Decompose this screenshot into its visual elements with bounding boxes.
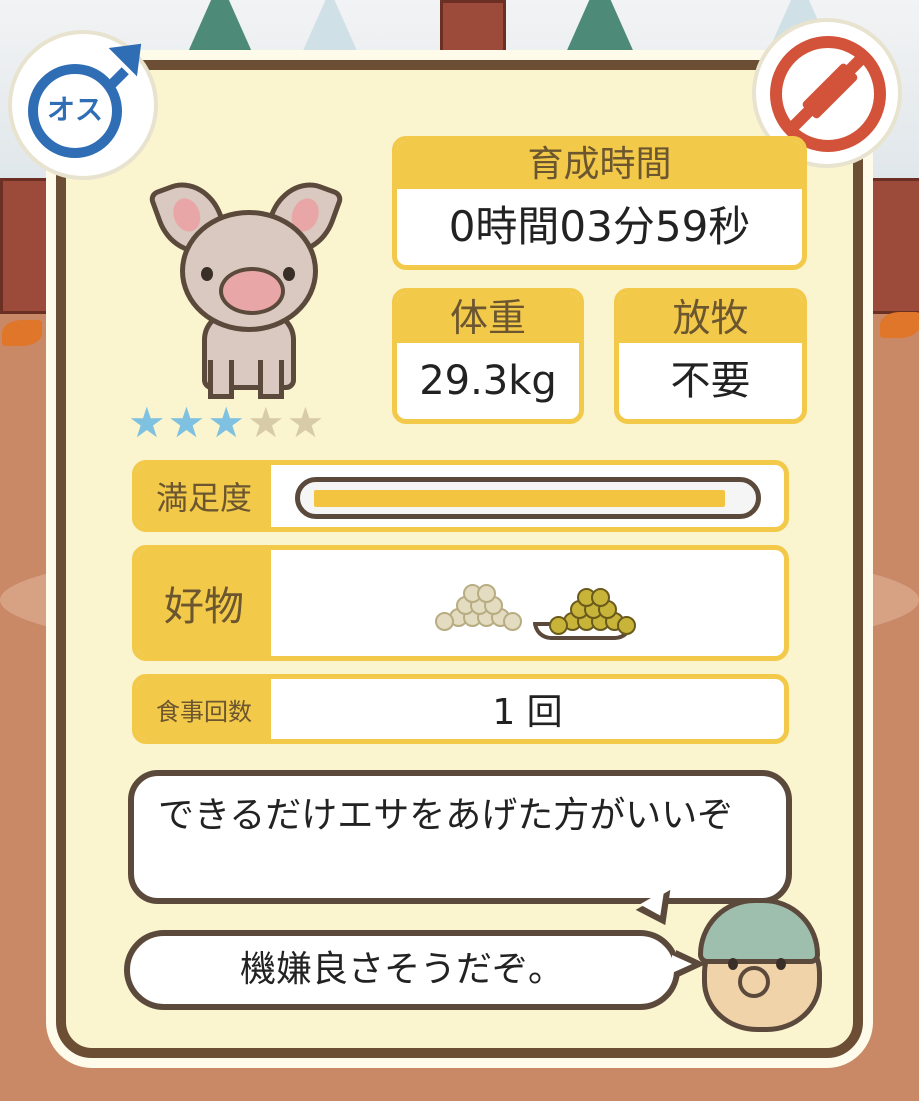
farmer-cap [698, 898, 820, 964]
grain-plate-icon [533, 578, 636, 640]
pig-leg [208, 360, 234, 399]
satisfaction-row: 満足度 [132, 460, 789, 532]
satisfaction-bar [295, 477, 761, 519]
farmer-eye [776, 958, 786, 970]
grain [591, 588, 610, 607]
star-rating: ★ ★ ★ ★ ★ [128, 398, 324, 448]
speech-tail-inner [672, 955, 692, 973]
star-icon: ★ [167, 398, 206, 447]
weight-value: 29.3kg [419, 358, 557, 404]
star-icon: ★ [246, 398, 285, 447]
autumn-leaf [2, 320, 42, 346]
farmer-eye [728, 958, 738, 970]
autumn-leaf [880, 312, 919, 338]
farmer-nose [738, 966, 770, 998]
grain-pile-icon [419, 578, 522, 638]
grain [477, 584, 496, 603]
brick-wall [0, 178, 56, 314]
pig-illustration [146, 171, 346, 400]
farmer-avatar [694, 896, 822, 1032]
advice-speech-bubble: できるだけエサをあげた方がいいぞ [128, 770, 792, 904]
male-icon: オス [28, 64, 122, 158]
mood-speech-bubble: 機嫌良さそうだぞ。 [124, 930, 680, 1010]
favorite-food-label: 好物 [137, 550, 271, 656]
meal-count-label: 食事回数 [137, 679, 271, 739]
star-icon: ★ [128, 398, 166, 447]
grain [617, 616, 636, 635]
growth-time-label: 育成時間 [397, 141, 802, 189]
grazing-value: 不要 [670, 358, 751, 404]
grain [549, 616, 568, 635]
growth-time-value: 0時間03分59秒 [448, 202, 751, 251]
meal-count-value: 1 回 [492, 692, 563, 733]
growth-time-box: 育成時間 0時間03分59秒 [392, 136, 807, 270]
favorite-food-row: 好物 [132, 545, 789, 661]
pig-eye [201, 267, 213, 281]
meal-count-row: 食事回数 1 回 [132, 674, 789, 744]
grain [435, 612, 454, 631]
brick-wall [866, 178, 919, 314]
grazing-box: 放牧 不要 [614, 288, 807, 424]
grazing-label: 放牧 [619, 293, 802, 343]
weight-box: 体重 29.3kg [392, 288, 584, 424]
pine-tree [560, 0, 640, 66]
pig-eye [283, 267, 295, 281]
star-icon: ★ [207, 398, 245, 447]
pig-head [180, 210, 318, 332]
pig-snout [219, 267, 285, 315]
grain [503, 612, 522, 631]
gender-label: オス [46, 93, 103, 126]
pig-leg [258, 360, 284, 399]
gender-badge: オス [8, 29, 158, 180]
satisfaction-label: 満足度 [137, 465, 271, 527]
weight-label: 体重 [397, 293, 579, 343]
star-icon: ★ [286, 398, 325, 447]
satisfaction-bar-fill [314, 490, 725, 507]
brick-wall [440, 0, 506, 66]
